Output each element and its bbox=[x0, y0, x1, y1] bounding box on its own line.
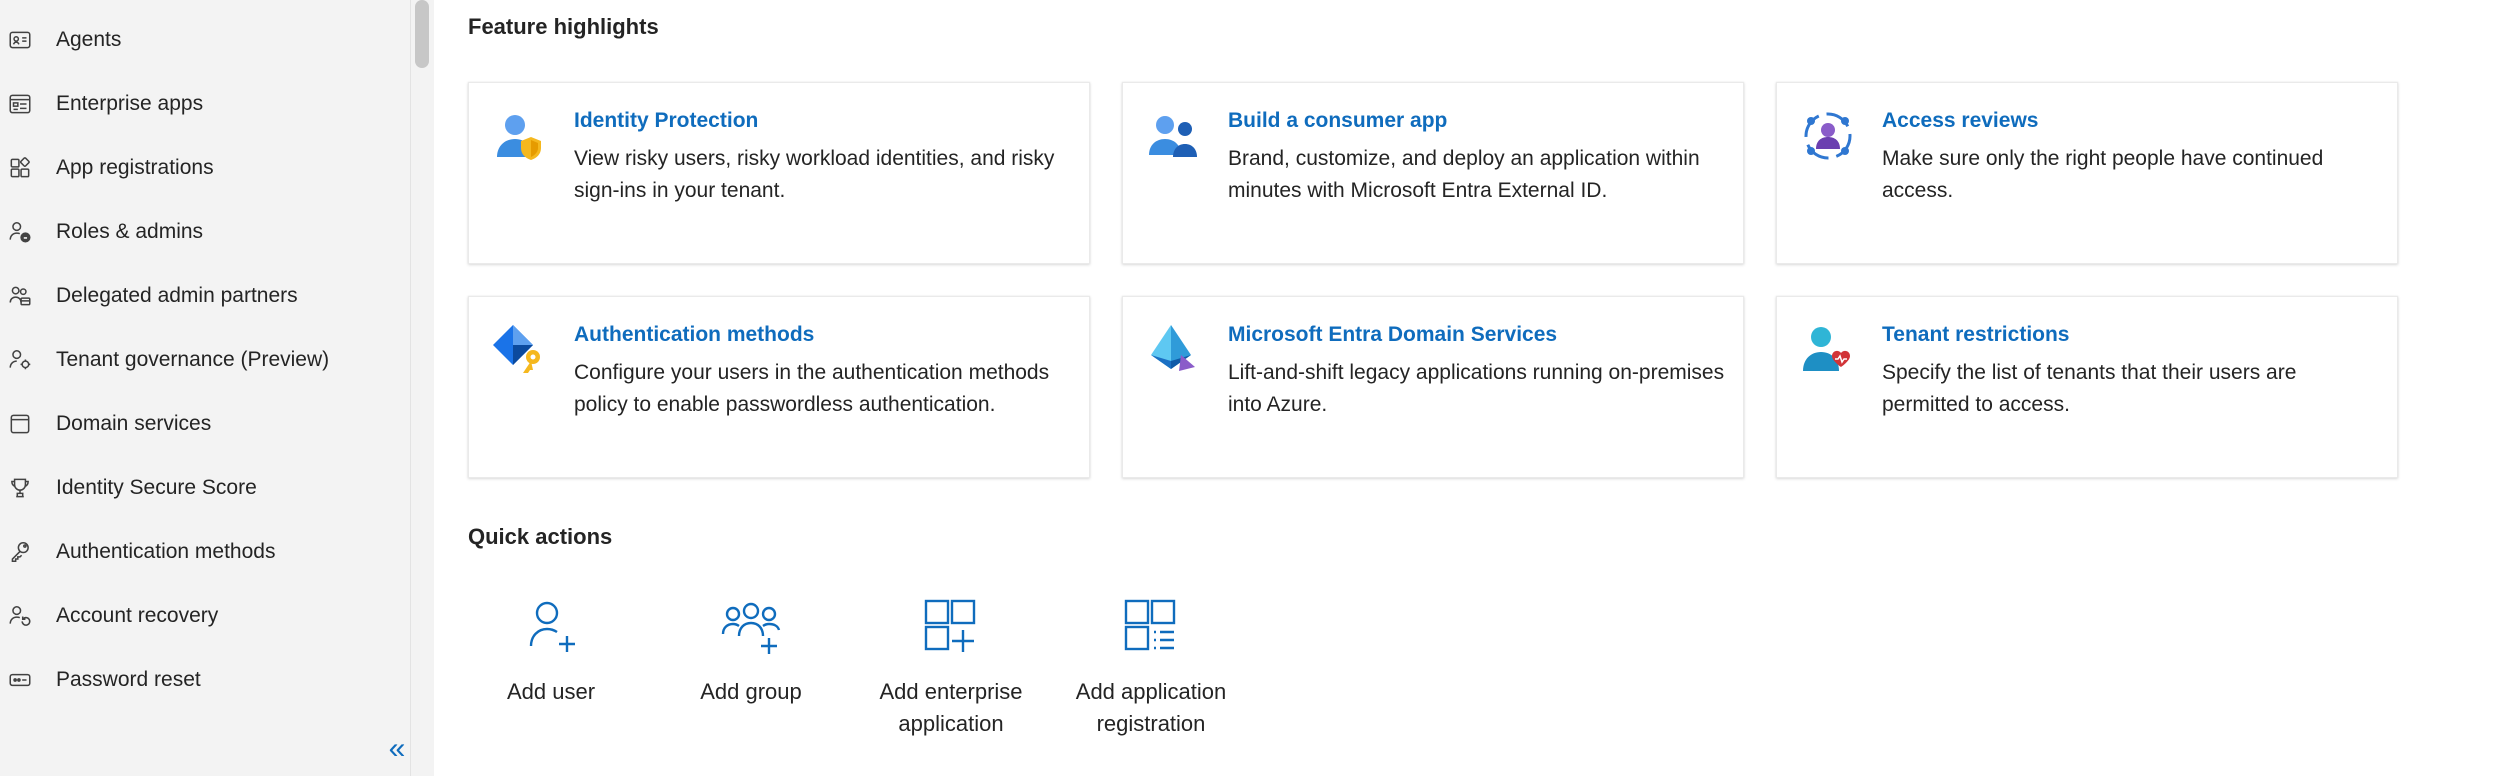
sidebar-item-label: Delegated admin partners bbox=[56, 284, 298, 307]
sidebar-nav: Agents Enterprise apps App registrations… bbox=[0, 8, 410, 712]
access-reviews-icon bbox=[1799, 107, 1857, 165]
sidebar-item-roles-admins[interactable]: Roles & admins bbox=[0, 200, 410, 264]
authentication-methods-icon bbox=[491, 321, 549, 379]
tenant-governance-icon bbox=[4, 344, 36, 376]
sidebar-item-authentication-methods[interactable]: Authentication methods bbox=[0, 520, 410, 584]
card-title: Build a consumer app bbox=[1228, 109, 1448, 132]
add-user-icon bbox=[529, 601, 575, 652]
domain-services-icon bbox=[1145, 321, 1203, 379]
add-user-button[interactable]: Add user bbox=[451, 596, 651, 708]
card-title: Microsoft Entra Domain Services bbox=[1228, 323, 1558, 346]
card-description: Make sure only the right people have con… bbox=[1882, 147, 2324, 202]
enterprise-apps-icon bbox=[4, 88, 36, 120]
sidebar-item-domain-services[interactable]: Domain services bbox=[0, 392, 410, 456]
account-recovery-icon bbox=[4, 600, 36, 632]
identity-protection-icon bbox=[491, 107, 549, 165]
sidebar-item-label: Account recovery bbox=[56, 604, 219, 627]
domain-services-icon bbox=[4, 408, 36, 440]
password-reset-icon bbox=[4, 664, 36, 696]
agents-icon bbox=[4, 24, 36, 56]
sidebar-scrollbar-track[interactable] bbox=[410, 0, 434, 776]
sidebar-item-identity-secure-score[interactable]: Identity Secure Score bbox=[0, 456, 410, 520]
app-registrations-icon bbox=[4, 152, 36, 184]
quick-actions-title: Quick actions bbox=[468, 524, 613, 549]
feature-highlights-title: Feature highlights bbox=[468, 14, 659, 39]
sidebar-item-agents[interactable]: Agents bbox=[0, 8, 410, 72]
sidebar-item-label: Domain services bbox=[56, 412, 212, 435]
trophy-icon bbox=[4, 472, 36, 504]
sidebar-item-account-recovery[interactable]: Account recovery bbox=[0, 584, 410, 648]
sidebar-item-enterprise-apps[interactable]: Enterprise apps bbox=[0, 72, 410, 136]
add-group-button[interactable]: Add group bbox=[651, 596, 851, 708]
sidebar-item-label: Password reset bbox=[56, 668, 201, 691]
add-application-registration-button[interactable]: Add application registration bbox=[1051, 596, 1251, 740]
add-enterprise-application-button[interactable]: Add enterprise application bbox=[851, 596, 1051, 740]
card-description: Specify the list of tenants that their u… bbox=[1882, 361, 2297, 416]
sidebar-item-label: Roles & admins bbox=[56, 220, 204, 243]
main-content: Feature highlights Identity Protection V… bbox=[434, 0, 2506, 776]
consumer-app-icon bbox=[1145, 107, 1203, 165]
quick-action-label: Add group bbox=[700, 679, 802, 704]
card-description: Brand, customize, and deploy an applicat… bbox=[1228, 147, 1700, 202]
add-group-icon bbox=[721, 602, 781, 654]
sidebar-item-tenant-governance[interactable]: Tenant governance (Preview) bbox=[0, 328, 410, 392]
sidebar-scrollbar-thumb[interactable] bbox=[415, 0, 429, 68]
card-title: Access reviews bbox=[1882, 109, 2039, 132]
sidebar-item-app-registrations[interactable]: App registrations bbox=[0, 136, 410, 200]
card-description: Lift-and-shift legacy applications runni… bbox=[1228, 361, 1725, 416]
sidebar-item-label: Authentication methods bbox=[56, 540, 276, 563]
card-tenant-restrictions[interactable]: Tenant restrictions Specify the list of … bbox=[1776, 296, 2398, 478]
sidebar-item-label: Tenant governance (Preview) bbox=[56, 348, 330, 371]
sidebar: Agents Enterprise apps App registrations… bbox=[0, 0, 410, 776]
tenant-restrictions-icon bbox=[1799, 321, 1857, 379]
sidebar-item-label: App registrations bbox=[56, 156, 214, 179]
card-title: Authentication methods bbox=[574, 323, 815, 346]
sidebar-item-delegated-admin-partners[interactable]: Delegated admin partners bbox=[0, 264, 410, 328]
card-title: Tenant restrictions bbox=[1882, 323, 2070, 346]
card-access-reviews[interactable]: Access reviews Make sure only the right … bbox=[1776, 82, 2398, 264]
sidebar-item-label: Enterprise apps bbox=[56, 92, 204, 115]
quick-action-label: Add user bbox=[506, 679, 596, 704]
add-enterprise-app-icon bbox=[924, 599, 976, 652]
card-identity-protection[interactable]: Identity Protection View risky users, ri… bbox=[468, 82, 1090, 264]
card-title: Identity Protection bbox=[574, 109, 759, 132]
delegated-admin-icon bbox=[4, 280, 36, 312]
sidebar-item-password-reset[interactable]: Password reset bbox=[0, 648, 410, 712]
sidebar-item-label: Identity Secure Score bbox=[56, 476, 257, 499]
collapse-sidebar-button[interactable]: « bbox=[380, 734, 414, 766]
card-description: Configure your users in the authenticati… bbox=[574, 361, 1050, 416]
quick-action-label: Add enterprise application bbox=[879, 679, 1023, 736]
quick-action-label: Add application registration bbox=[1075, 679, 1227, 736]
card-authentication-methods[interactable]: Authentication methods Configure your us… bbox=[468, 296, 1090, 478]
authentication-methods-icon bbox=[4, 536, 36, 568]
card-entra-domain-services[interactable]: Microsoft Entra Domain Services Lift-and… bbox=[1122, 296, 1744, 478]
roles-admins-icon bbox=[4, 216, 36, 248]
sidebar-item-label: Agents bbox=[56, 28, 122, 51]
add-app-registration-icon bbox=[1124, 599, 1176, 651]
card-build-consumer-app[interactable]: Build a consumer app Brand, customize, a… bbox=[1122, 82, 1744, 264]
card-description: View risky users, risky workload identit… bbox=[574, 147, 1055, 202]
